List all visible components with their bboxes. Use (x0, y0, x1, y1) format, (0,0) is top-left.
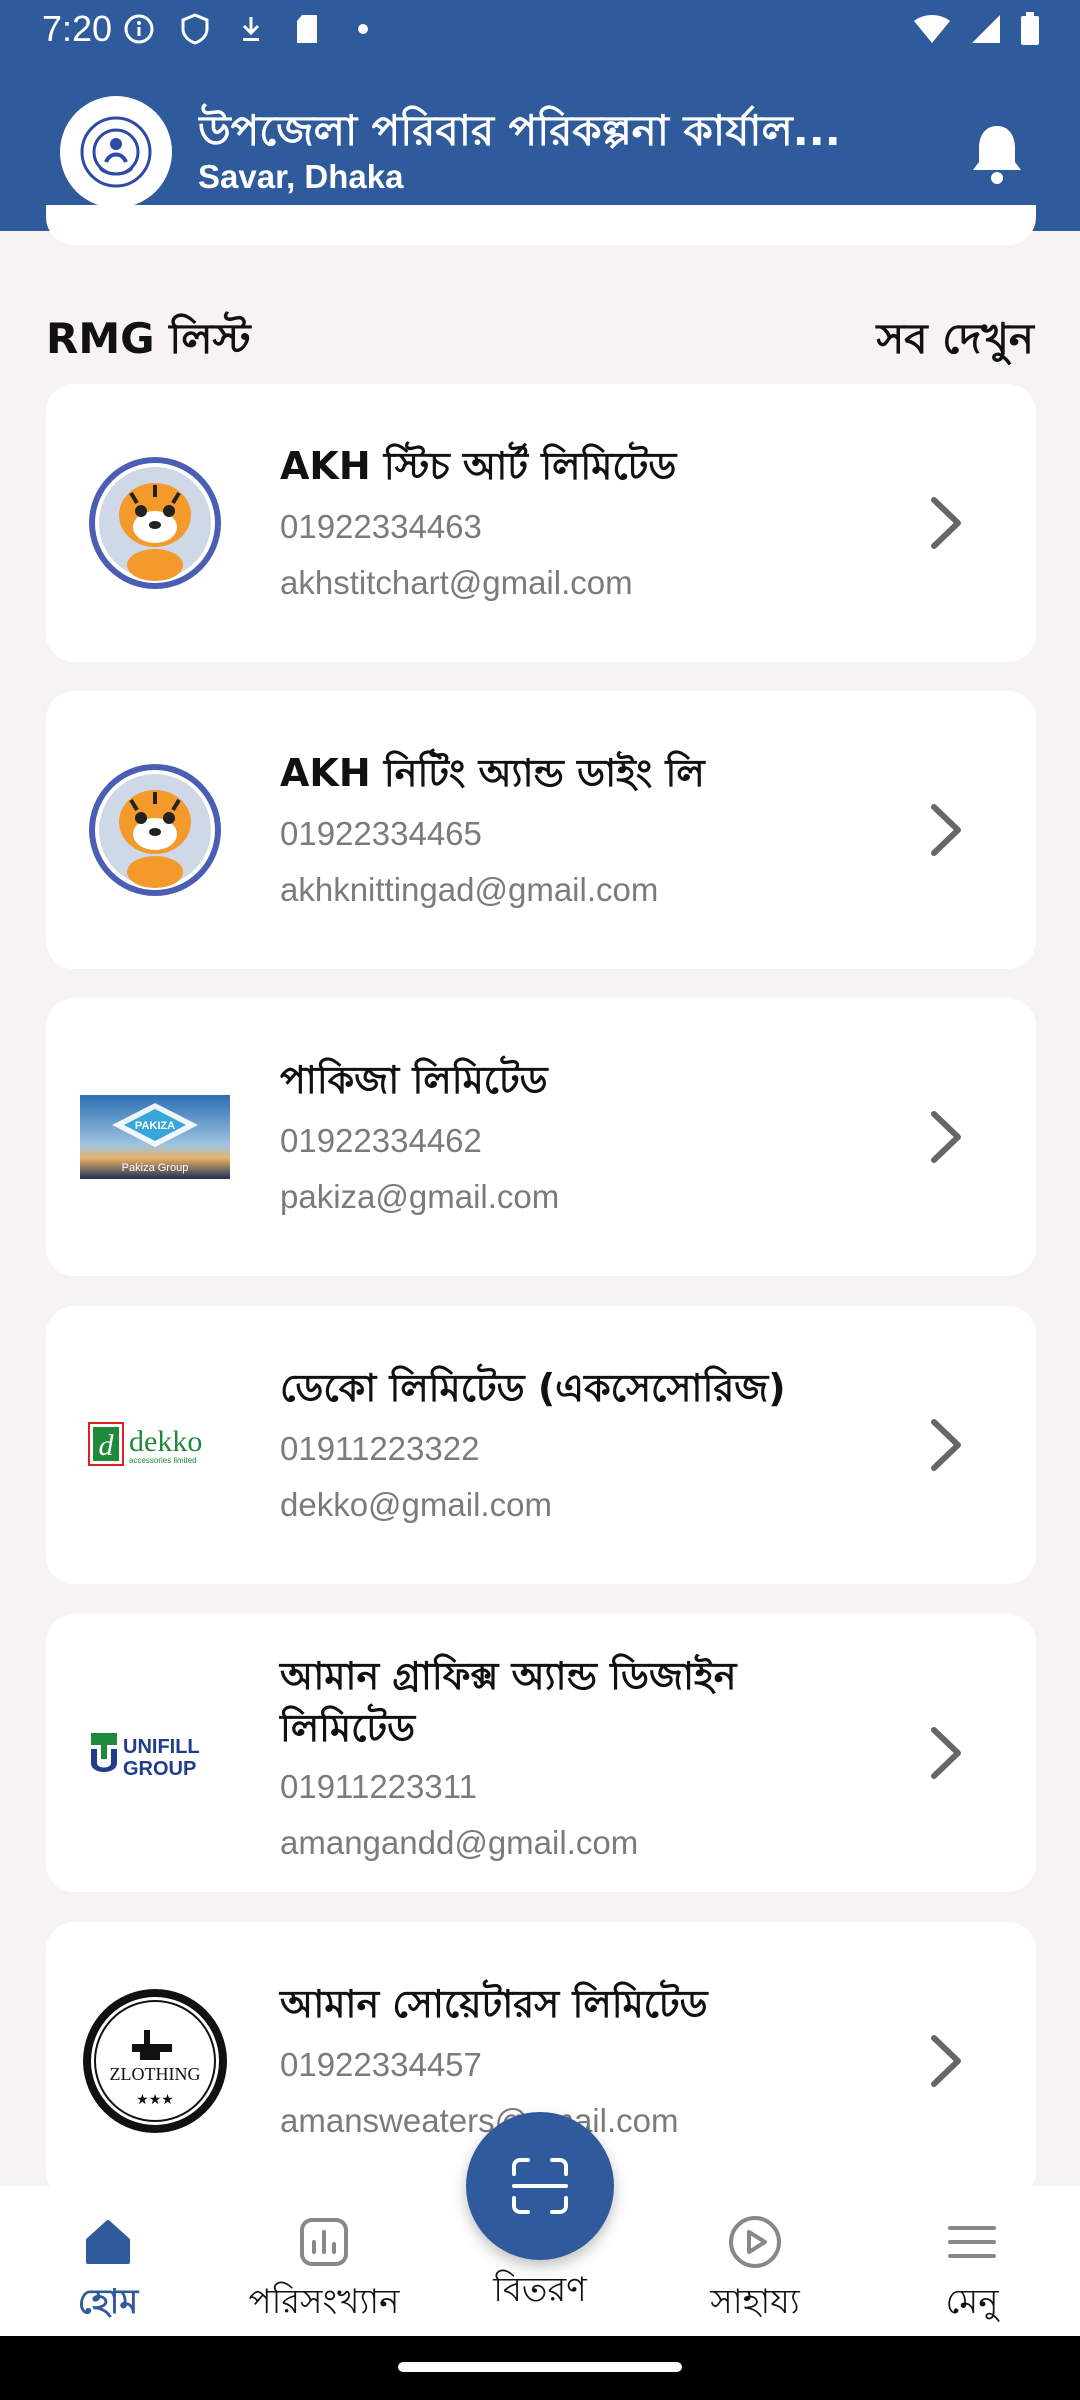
company-name: AKH স্টিচ আর্ট লিমিটেড (280, 444, 677, 488)
svg-text:★★★: ★★★ (136, 2093, 174, 2108)
scan-distribution-button[interactable] (466, 2112, 614, 2260)
nav-statistics[interactable]: পরিসংখ্যান (234, 2214, 414, 2333)
nav-distribution-label: বিতরণ (493, 2270, 587, 2310)
signal-icon (970, 13, 1002, 49)
dot-icon (346, 12, 380, 46)
previous-card-edge (46, 205, 1036, 245)
section-title: RMG লিস্ট (46, 314, 251, 363)
dekko-logo-text: dekko (129, 1425, 202, 1458)
company-phone: 01922334465 (280, 815, 482, 852)
zlothing-logo-text: ZLOTHING (110, 2064, 201, 2084)
zlothing-logo-icon: ZLOTHING ★★★ (80, 1986, 230, 2136)
chevron-right-icon[interactable] (926, 801, 966, 859)
company-card[interactable]: AKH নিটিং অ্যান্ড ডাইং লি 01922334465 ak… (46, 691, 1036, 969)
wifi-icon (912, 13, 952, 49)
pakiza-logo-icon: PAKIZA Pakiza Group (80, 1062, 230, 1212)
see-all-link[interactable]: সব দেখুন (877, 306, 1035, 377)
play-video-icon (729, 2216, 781, 2268)
office-logo-avatar (60, 96, 172, 208)
company-name: ডেকো লিমিটেড (একসেসোরিজ) (280, 1366, 786, 1410)
notification-bell-icon[interactable] (969, 122, 1025, 186)
home-icon (86, 2220, 130, 2264)
chevron-right-icon[interactable] (926, 2032, 966, 2090)
status-bar: 7:20 (0, 0, 1080, 62)
company-email: pakiza@gmail.com (280, 1178, 560, 1215)
nav-home[interactable]: হোম (18, 2214, 198, 2333)
nav-help-label: সাহায্য (710, 2282, 800, 2322)
svg-text:d: d (99, 1429, 115, 1462)
company-card[interactable]: d dekko accessories limited ডেকো লিমিটেড… (46, 1306, 1036, 1584)
company-card[interactable]: AKH স্টিচ আর্ট লিমিটেড 01922334463 akhst… (46, 384, 1036, 662)
company-phone: 01922334462 (280, 1122, 482, 1159)
home-gesture-handle[interactable] (398, 2362, 682, 2372)
scan-icon (512, 2158, 568, 2214)
nav-menu[interactable]: মেনু (882, 2214, 1062, 2333)
company-name: আমান সোয়েটারস লিমিটেড (280, 1982, 708, 2026)
tiger-logo-icon (80, 448, 230, 598)
company-card[interactable]: PAKIZA Pakiza Group পাকিজা লিমিটেড 01922… (46, 998, 1036, 1276)
unifill-logo-sub: GROUP (123, 1758, 196, 1780)
hamburger-menu-icon (948, 2226, 996, 2258)
nav-home-label: হোম (77, 2282, 139, 2322)
office-emblem-icon (80, 116, 152, 188)
company-phone: 01911223311 (280, 1768, 477, 1805)
company-name: AKH নিটিং অ্যান্ড ডাইং লি (280, 751, 705, 795)
chevron-right-icon[interactable] (926, 1108, 966, 1166)
chevron-right-icon[interactable] (926, 1724, 966, 1782)
app-header: 7:20 উপজেলা পরিবার পরিকল্পনা কার্যাল... … (0, 0, 1080, 231)
statistics-icon (300, 2218, 348, 2266)
status-time: 7:20 (42, 8, 113, 49)
download-icon (234, 12, 268, 46)
company-card[interactable]: UNIFILL GROUP আমান গ্রাফিক্স অ্যান্ড ডিজ… (46, 1614, 1036, 1892)
company-email: akhstitchart@gmail.com (280, 564, 633, 601)
company-phone: 01911223322 (280, 1430, 480, 1467)
unifill-logo-icon: UNIFILL GROUP (80, 1678, 230, 1828)
office-location: Savar, Dhaka (198, 158, 404, 195)
shield-icon (178, 12, 212, 46)
company-name: পাকিজা লিমিটেড (280, 1058, 548, 1102)
nav-menu-label: মেনু (945, 2282, 999, 2322)
company-email: amangandd@gmail.com (280, 1824, 639, 1861)
company-phone: 01922334463 (280, 508, 482, 545)
company-email: amansweaters@gmail.com (280, 2102, 679, 2139)
company-email: akhknittingad@gmail.com (280, 871, 659, 908)
chevron-right-icon[interactable] (926, 1416, 966, 1474)
sd-card-icon (290, 12, 324, 46)
company-phone: 01922334457 (280, 2046, 482, 2083)
pakiza-logo-text: PAKIZA (135, 1120, 175, 1132)
info-icon (122, 12, 156, 46)
battery-icon (1020, 12, 1040, 50)
chevron-right-icon[interactable] (926, 494, 966, 552)
company-email: dekko@gmail.com (280, 1486, 552, 1523)
nav-help[interactable]: সাহায্য (665, 2214, 845, 2333)
nav-statistics-label: পরিসংখ্যান (248, 2282, 400, 2322)
dekko-logo-sub: accessories limited (129, 1456, 197, 1465)
tiger-logo-icon (80, 755, 230, 905)
company-name: আমান গ্রাফিক্স অ্যান্ড ডিজাইন লিমিটেড (280, 1654, 737, 1750)
dekko-logo-icon: d dekko accessories limited (80, 1370, 230, 1520)
pakiza-logo-sub: Pakiza Group (122, 1162, 189, 1174)
unifill-logo-text: UNIFILL (123, 1736, 200, 1758)
